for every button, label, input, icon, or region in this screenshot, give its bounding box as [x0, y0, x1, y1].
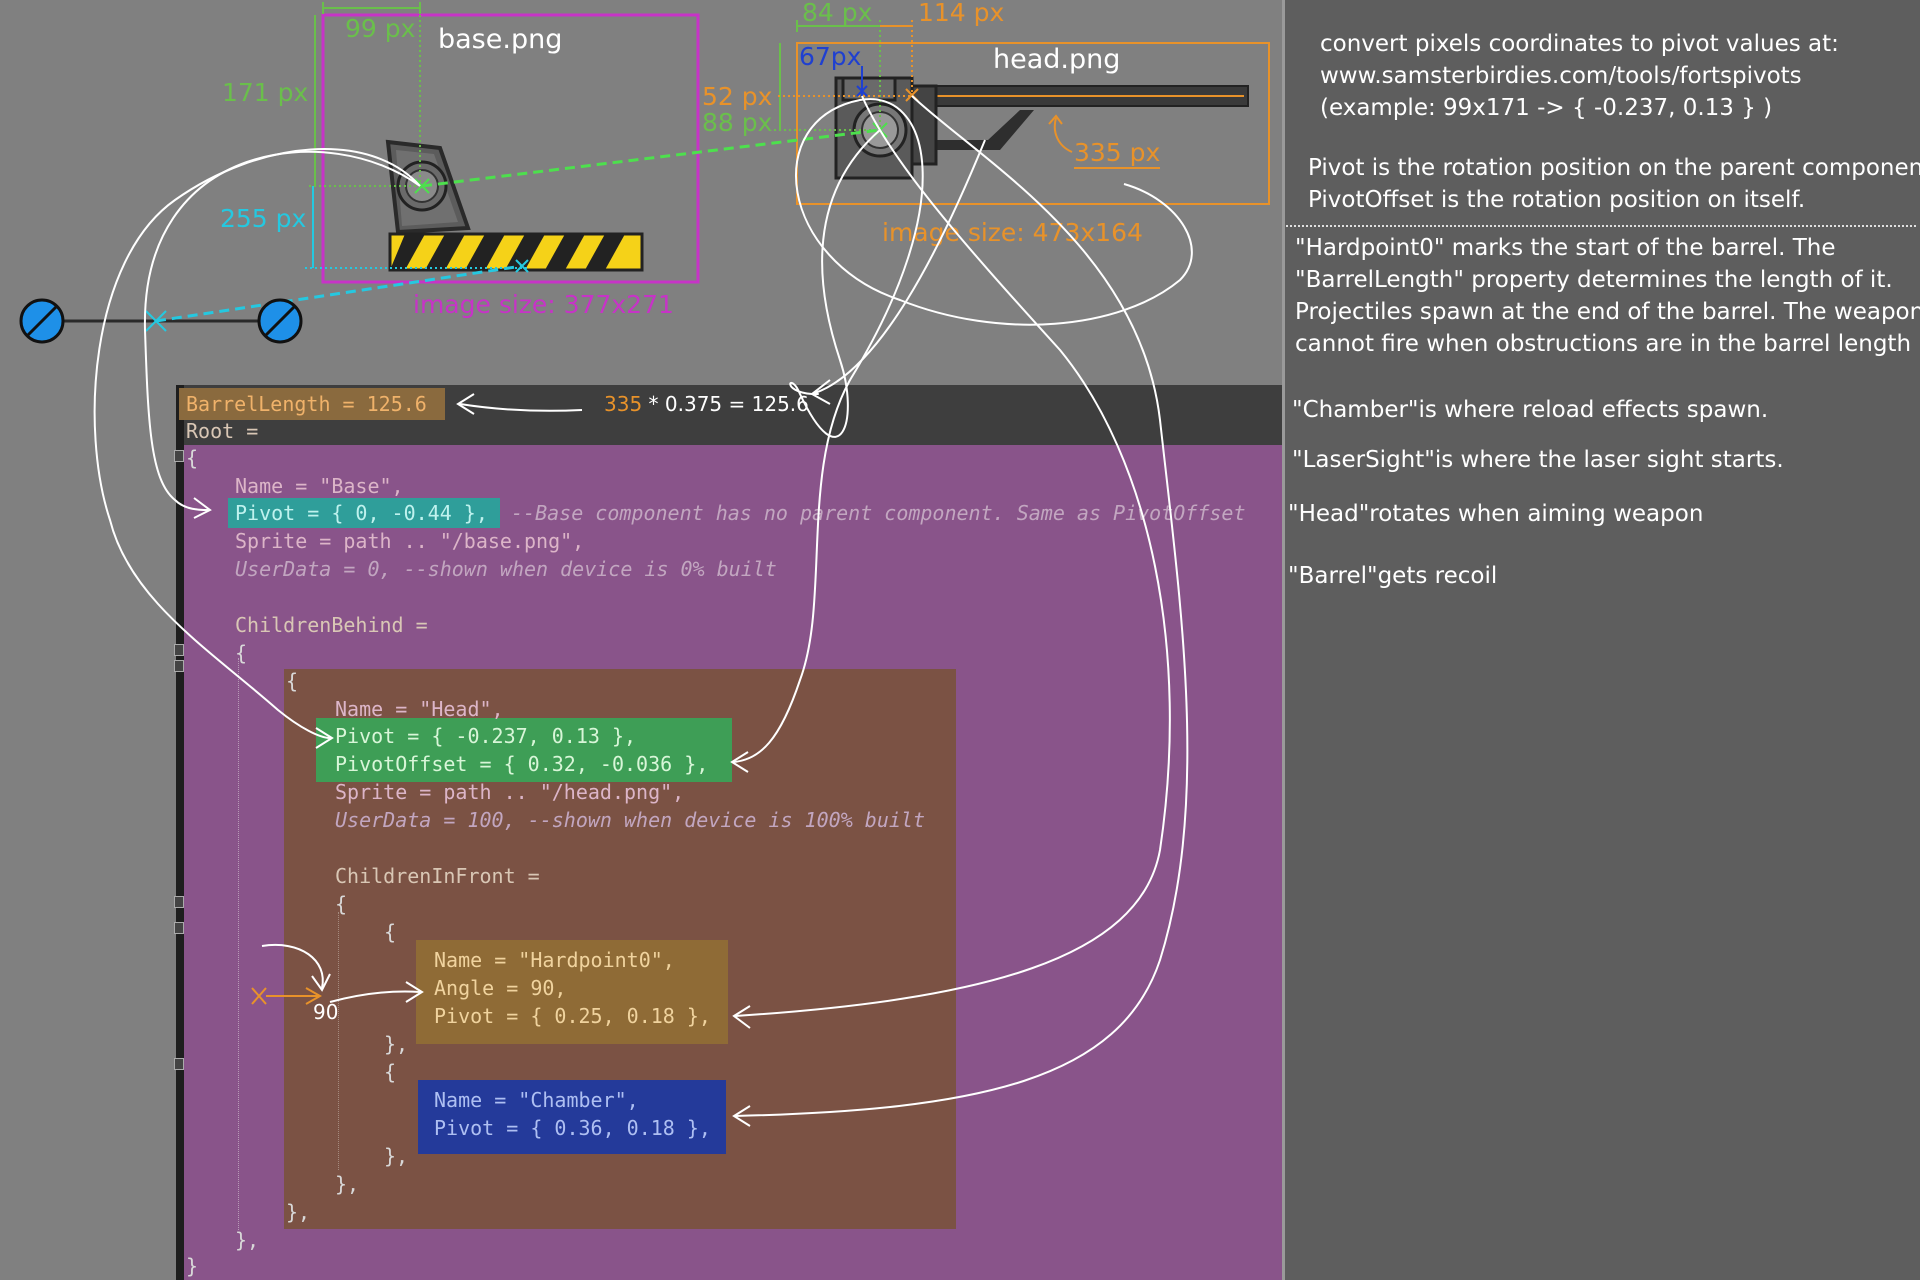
- weapon-head-image: [834, 76, 1249, 180]
- diagram-overlay: [19, 2, 1270, 1127]
- diagram-canvas: convert pixels coordinates to pivot valu…: [0, 0, 1920, 1280]
- weapon-base-image: [385, 139, 644, 272]
- cross-marker-icon: [251, 987, 323, 1005]
- joint-circle-icon: [257, 298, 303, 344]
- joint-circle-icon: [19, 298, 65, 344]
